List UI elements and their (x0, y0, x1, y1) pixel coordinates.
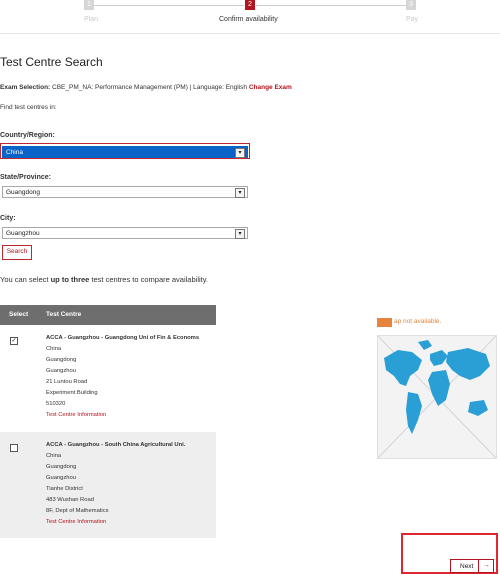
row-1-checkbox[interactable]: ✓ (10, 337, 18, 345)
chevron-down-icon: ▾ (235, 148, 245, 158)
row-2-info-link[interactable]: Test Centre Information (46, 517, 185, 528)
find-text: Find test centres in: (0, 104, 57, 111)
world-map-icon (377, 335, 497, 459)
step-1-number: 1 (84, 0, 94, 10)
state-value: Guangdong (6, 189, 40, 196)
state-label: State/Province: (0, 174, 51, 181)
compare-text-suffix: test centres to compare availability. (89, 275, 209, 284)
chevron-down-icon: ▾ (235, 229, 245, 239)
chevron-down-icon: ▾ (235, 188, 245, 198)
change-exam-link[interactable]: Change Exam (249, 84, 292, 91)
country-select[interactable]: China ▾ (2, 146, 248, 158)
row-2-line: Guangdong (46, 464, 77, 470)
row-2-line: 483 Wushan Road (46, 497, 94, 503)
city-value: Guangzhou (6, 230, 40, 237)
row-1-line: Experiment Building (46, 390, 98, 396)
row-2-line: China (46, 453, 62, 459)
row-1-info-link[interactable]: Test Centre Information (46, 410, 199, 421)
state-select[interactable]: Guangdong ▾ (2, 186, 248, 198)
arrow-right-icon: → (483, 562, 490, 569)
row-1-line: Guangdong (46, 357, 77, 363)
row-2-line: Guangzhou (46, 475, 76, 481)
compare-text-bold: up to three (50, 275, 90, 284)
row-1-line: 21 Luntou Road (46, 379, 88, 385)
search-button[interactable]: Search (2, 245, 32, 260)
step-2-number: 2 (245, 0, 255, 10)
city-select[interactable]: Guangzhou ▾ (2, 227, 248, 239)
table-row: ✓ ACCA - Guangzhou - Guangdong Uni of Fi… (0, 325, 216, 428)
compare-text-prefix: You can select (0, 275, 51, 284)
step-1-label: Plan (84, 16, 99, 23)
step-3-number: 3 (406, 0, 416, 10)
col-test-centre: Test Centre (46, 311, 82, 318)
next-button[interactable]: Next → (450, 559, 494, 573)
exam-selection: Exam Selection: CBE_PM_NA: Performance M… (0, 84, 292, 91)
next-label: Next (460, 563, 474, 570)
step-3-label: Pay (406, 16, 419, 23)
header-divider (0, 33, 500, 34)
next-separator (478, 560, 479, 572)
country-value: China (6, 149, 23, 156)
table-row: ACCA - Guangzhou - South China Agricultu… (0, 432, 216, 538)
row-2-line: Tianhe District (46, 486, 83, 492)
compare-text: You can select up to three test centres … (0, 275, 208, 284)
row-1-line: China (46, 346, 62, 352)
results-table-header: Select Test Centre (0, 305, 216, 325)
page-title: Test Centre Search (0, 55, 103, 69)
warning-icon (377, 318, 392, 327)
row-1-line: 510320 (46, 401, 66, 407)
col-select: Select (9, 311, 29, 318)
row-2-checkbox[interactable] (10, 444, 18, 452)
city-label: City: (0, 215, 16, 222)
country-label: Country/Region: (0, 132, 55, 139)
step-2-label: Confirm availability (219, 16, 278, 23)
map-message: ap not available. (394, 318, 442, 325)
row-1-line: Guangzhou (46, 368, 76, 374)
row-1-details: ACCA - Guangzhou - Guangdong Uni of Fin … (46, 333, 199, 421)
row-2-details: ACCA - Guangzhou - South China Agricultu… (46, 440, 185, 528)
row-2-line: 8F, Dept of Mathematics (46, 508, 109, 514)
step-connector (94, 5, 244, 6)
exam-selection-value: CBE_PM_NA: Performance Management (PM) |… (52, 84, 248, 91)
step-connector (256, 5, 406, 6)
map-placeholder (377, 335, 497, 459)
row-1-name: ACCA - Guangzhou - Guangdong Uni of Fin … (46, 335, 200, 341)
row-2-name: ACCA - Guangzhou - South China Agricultu… (46, 442, 186, 448)
exam-selection-label: Exam Selection: (0, 84, 51, 91)
